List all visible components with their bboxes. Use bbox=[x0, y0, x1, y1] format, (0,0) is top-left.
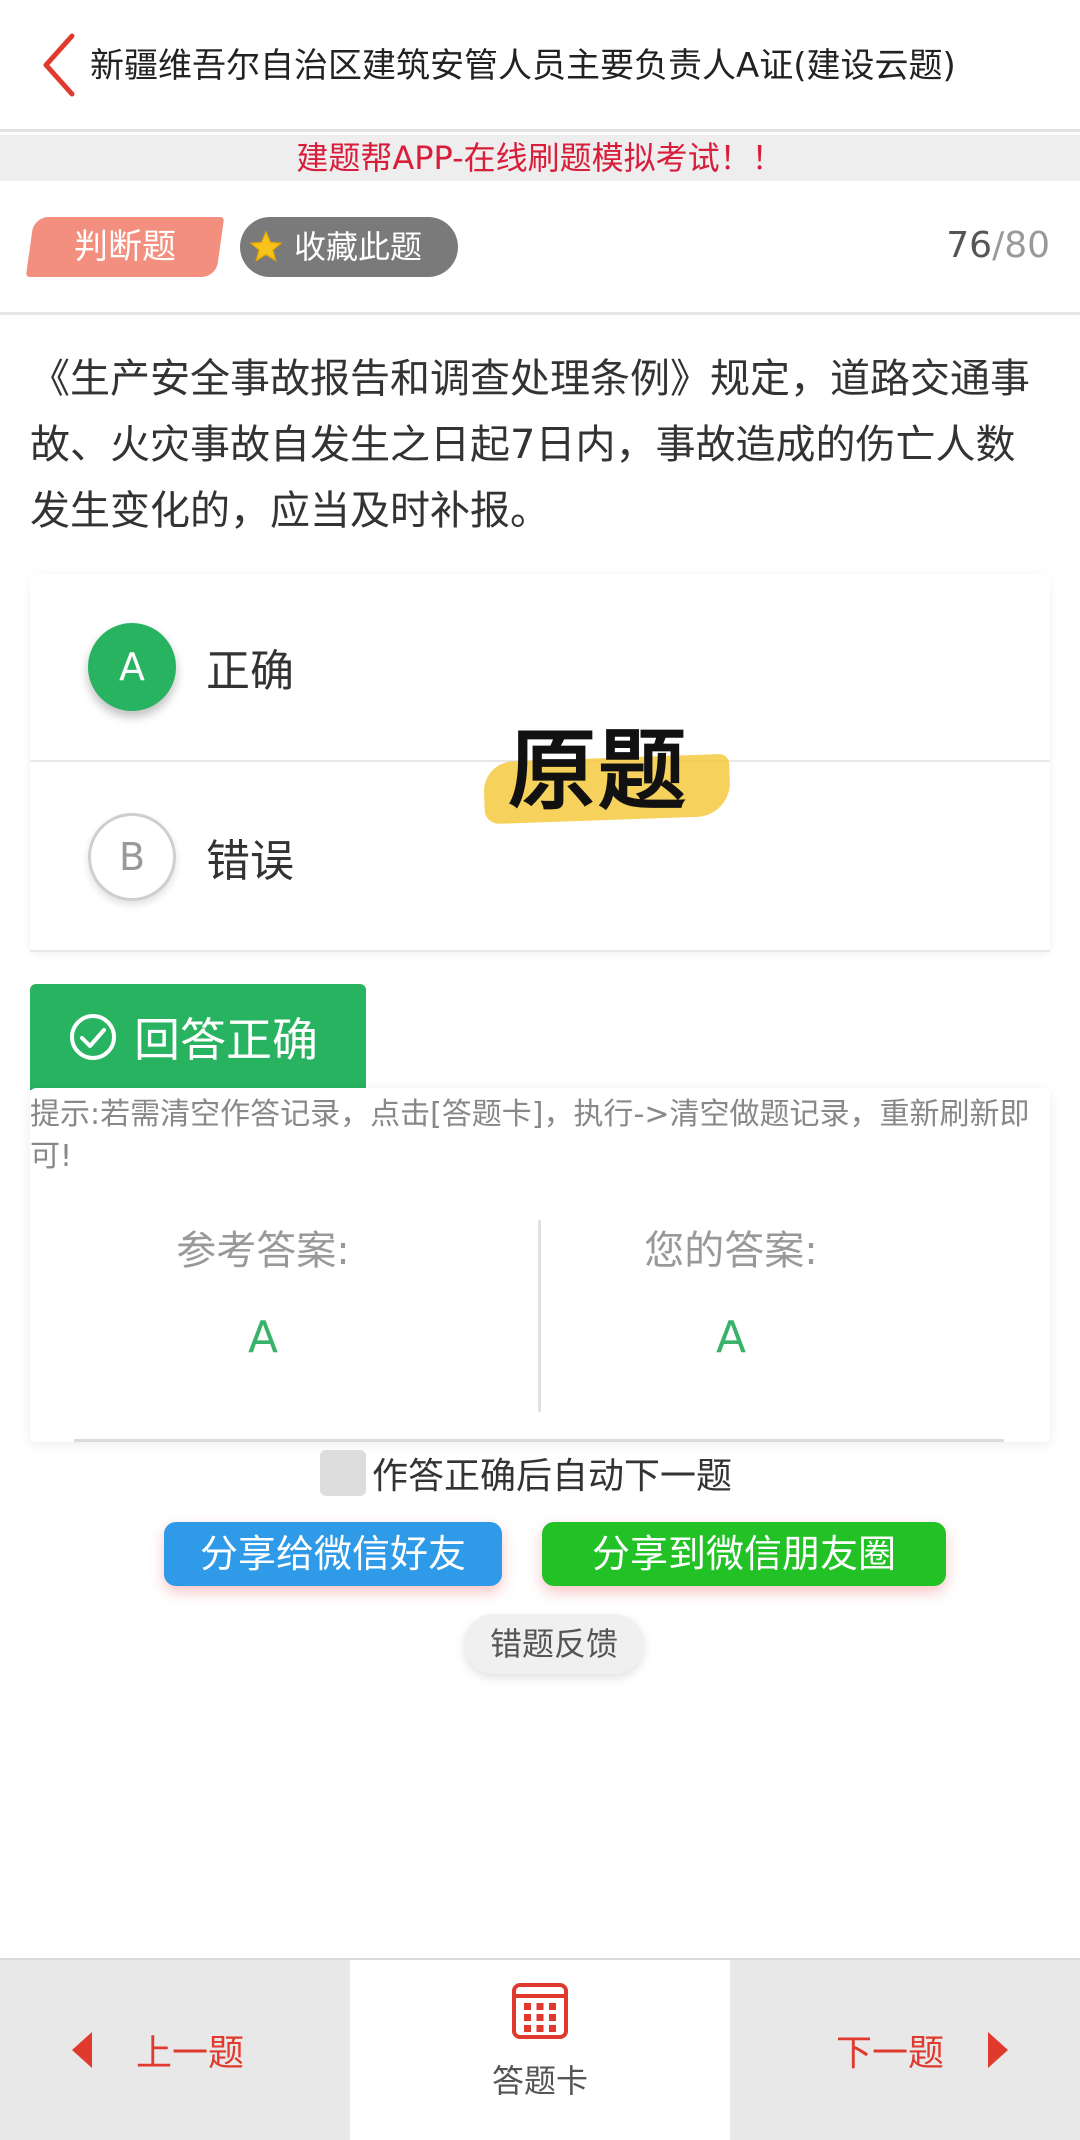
check-circle-icon bbox=[70, 1014, 116, 1060]
stamp-text: 原题 bbox=[508, 719, 689, 822]
your-answer-label: 您的答案: bbox=[644, 1228, 818, 1274]
divider bbox=[74, 1439, 1004, 1442]
page-title: 新疆维吾尔自治区建筑安管人员主要负责人A证(建设云题) bbox=[90, 46, 956, 86]
your-answer-value: A bbox=[715, 1312, 747, 1363]
prev-label: 上一题 bbox=[136, 2033, 245, 2074]
favorite-button[interactable]: 收藏此题 bbox=[240, 217, 458, 277]
error-feedback-button[interactable]: 错题反馈 bbox=[464, 1614, 644, 1674]
question-type-badge: 判断题 bbox=[25, 217, 225, 277]
question-counter: 76/80 bbox=[946, 225, 1050, 266]
option-a-badge: A bbox=[88, 623, 176, 711]
app-header: 新疆维吾尔自治区建筑安管人员主要负责人A证(建设云题) bbox=[0, 0, 1080, 132]
grid-icon bbox=[512, 1983, 568, 2039]
favorite-label: 收藏此题 bbox=[294, 228, 423, 266]
result-correct-tab: 回答正确 bbox=[30, 984, 366, 1090]
right-triangle-icon bbox=[988, 2032, 1009, 2068]
prev-question-button[interactable]: 上一题 bbox=[0, 1960, 348, 2140]
answer-card-label: 答题卡 bbox=[491, 2062, 588, 2100]
your-answer: 您的答案: A bbox=[498, 1218, 964, 1363]
original-question-stamp: 原题 bbox=[482, 700, 732, 830]
auto-next-checkbox[interactable] bbox=[320, 1450, 366, 1496]
question-type-bar: 判断题 收藏此题 76/80 bbox=[0, 181, 1080, 315]
reference-answer-value: A bbox=[247, 1312, 279, 1363]
next-label: 下一题 bbox=[836, 2033, 945, 2074]
promo-banner[interactable]: 建题帮APP-在线刷题模拟考试！！ bbox=[0, 135, 1080, 181]
option-b-badge: B bbox=[88, 813, 176, 901]
reference-answer: 参考答案: A bbox=[30, 1218, 496, 1363]
auto-next-label: 作答正确后自动下一题 bbox=[372, 1456, 733, 1497]
answer-panel: 提示:若需清空作答记录，点击[答题卡]，执行->清空做题记录，重新刷新即可! 参… bbox=[30, 1088, 1050, 1442]
result-label: 回答正确 bbox=[134, 1013, 318, 1067]
reference-answer-label: 参考答案: bbox=[176, 1228, 350, 1274]
current-number: 76 bbox=[946, 225, 993, 266]
option-a-label: 正确 bbox=[206, 646, 294, 697]
star-icon bbox=[249, 230, 283, 262]
next-question-button[interactable]: 下一题 bbox=[732, 1960, 1080, 2140]
share-wechat-friend-button[interactable]: 分享给微信好友 bbox=[164, 1522, 502, 1586]
option-b-label: 错误 bbox=[206, 836, 294, 887]
bottom-nav: 上一题 答题卡 下一题 bbox=[0, 1958, 1080, 2140]
back-arrow-icon[interactable] bbox=[40, 30, 80, 100]
total-number: /80 bbox=[992, 225, 1050, 266]
auto-next-toggle[interactable]: 作答正确后自动下一题 bbox=[320, 1450, 733, 1497]
question-text: 《生产安全事故报告和调查处理条例》规定，道路交通事故、火灾事故自发生之日起7日内… bbox=[30, 356, 1030, 534]
answer-card-button[interactable]: 答题卡 bbox=[350, 1960, 730, 2140]
tip-text: 提示:若需清空作答记录，点击[答题卡]，执行->清空做题记录，重新刷新即可! bbox=[30, 1097, 1030, 1174]
left-triangle-icon bbox=[72, 2032, 92, 2068]
share-wechat-moments-button[interactable]: 分享到微信朋友圈 bbox=[542, 1522, 946, 1586]
